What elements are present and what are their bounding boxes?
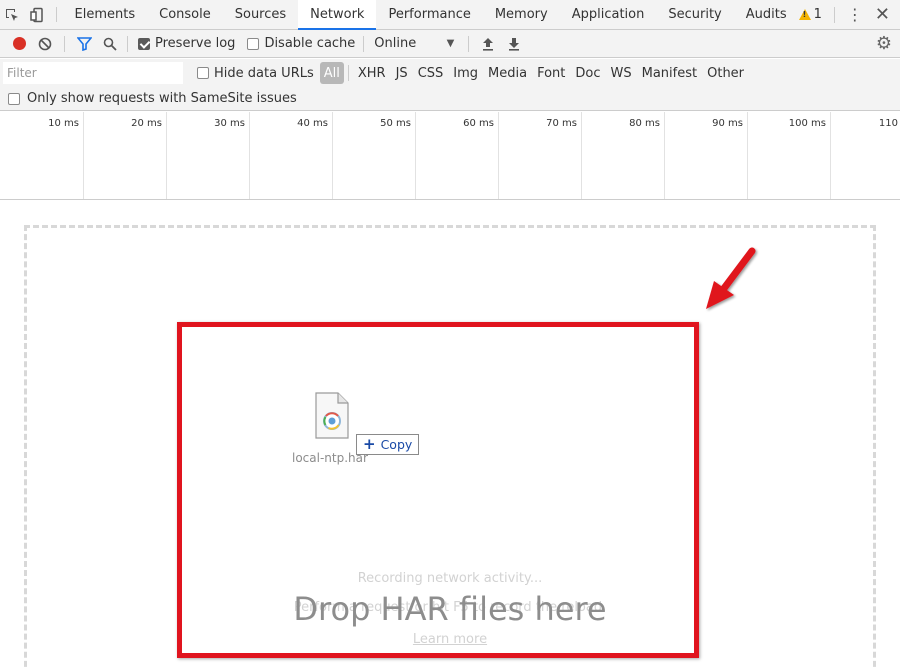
timeline-tick-label: 60 ms [463,118,494,129]
timeline-tick: 60 ms [415,112,498,199]
timeline-tick-label: 80 ms [629,118,660,129]
device-toolbar-icon[interactable] [25,0,50,29]
network-settings-gear-icon[interactable]: ⚙ [876,33,892,54]
timeline-tick-label: 100 ms [788,118,826,129]
tab-network[interactable]: Network [298,0,377,30]
type-filter-media[interactable]: Media [483,62,532,84]
upload-icon [483,37,494,51]
toolbar-divider [363,35,365,52]
timeline-tick: 30 ms [166,112,249,199]
disable-cache-checkbox[interactable]: Disable cache [247,36,355,51]
network-toolbar: Preserve log Disable cache Online ▼ ⚙ [0,30,900,58]
timeline-tick: 110 [830,112,900,199]
timeline-tick-label: 10 ms [48,118,79,129]
type-filter-js[interactable]: JS [391,62,413,84]
hide-data-urls-checkbox[interactable]: Hide data URLs [197,66,314,81]
tab-security[interactable]: Security [656,0,733,29]
tab-memory[interactable]: Memory [483,0,560,29]
timeline-overview[interactable]: 10 ms 20 ms 30 ms 40 ms 50 ms 60 ms 70 m… [0,112,900,200]
filter-bar: Hide data URLs All XHR JS CSS Img Media … [0,59,900,87]
export-har-button[interactable] [501,32,527,56]
timeline-tick-label: 40 ms [297,118,328,129]
timeline-tick-label: 30 ms [214,118,245,129]
search-button[interactable] [97,32,123,56]
clear-icon [38,37,52,50]
tab-console[interactable]: Console [147,0,223,29]
inspect-element-icon[interactable] [0,0,25,29]
download-icon [509,37,520,51]
preserve-log-label: Preserve log [155,36,236,51]
type-filter-css[interactable]: CSS [413,62,449,84]
timeline-tick: 70 ms [498,112,581,199]
copy-drag-tooltip: + Copy [356,434,420,455]
preserve-log-check[interactable] [138,37,150,50]
tab-audits[interactable]: Audits [734,0,799,29]
timeline-tick: 80 ms [581,112,664,199]
hide-data-urls-check[interactable] [197,67,209,79]
filter-icon [76,36,92,51]
type-filter-img[interactable]: Img [448,62,483,84]
timeline-tick-label: 70 ms [546,118,577,129]
type-filter-manifest[interactable]: Manifest [637,62,702,84]
toolbar-divider [347,65,349,81]
toolbar-divider [833,6,835,23]
throttling-select[interactable]: Online ▼ [374,36,454,51]
samesite-filter-checkbox[interactable]: Only show requests with SameSite issues [0,87,900,111]
copy-label: Copy [380,437,413,452]
timeline-tick: 40 ms [249,112,332,199]
timeline-tick: 90 ms [664,112,747,199]
toolbar-divider [468,35,470,52]
disable-cache-label: Disable cache [264,36,356,51]
har-file-icon[interactable] [312,392,352,440]
timeline-tick-label: 20 ms [131,118,162,129]
timeline-tick-label: 50 ms [380,118,411,129]
timeline-tick-label: 90 ms [712,118,743,129]
tab-elements[interactable]: Elements [63,0,148,29]
search-icon [103,37,117,51]
record-button[interactable] [6,32,32,56]
preserve-log-checkbox[interactable]: Preserve log [138,36,235,51]
samesite-check[interactable] [8,92,20,105]
type-filter-font[interactable]: Font [532,62,570,84]
plus-icon: + [363,435,376,453]
warning-icon [798,9,811,20]
toolbar-divider [127,35,128,52]
disable-cache-check[interactable] [247,37,260,50]
chevron-down-icon: ▼ [446,38,455,49]
type-filter-other[interactable]: Other [702,62,749,84]
clear-button[interactable] [32,32,58,56]
highlight-box [177,322,699,658]
throttling-value: Online [374,36,417,51]
timeline-tick: 20 ms [83,112,166,199]
record-icon [12,37,26,50]
hide-data-urls-label: Hide data URLs [214,65,314,81]
timeline-tick: 50 ms [332,112,415,199]
red-arrow-icon [706,247,756,309]
timeline-tick: 100 ms [747,112,830,199]
resource-type-filters: All XHR JS CSS Img Media Font Doc WS Man… [319,62,749,84]
warnings-counter[interactable]: 1 [798,7,822,22]
type-filter-ws[interactable]: WS [606,62,637,84]
timeline-tick: 10 ms [0,112,83,199]
samesite-label: Only show requests with SameSite issues [27,91,297,106]
type-filter-xhr[interactable]: XHR [353,62,391,84]
toolbar-divider [64,35,65,52]
filter-input[interactable] [3,62,183,84]
filter-toggle-button[interactable] [71,32,97,56]
tab-sources[interactable]: Sources [223,0,298,29]
type-filter-doc[interactable]: Doc [570,62,605,84]
close-icon[interactable]: ✕ [875,5,890,24]
har-drop-area[interactable]: Recording network activity... Perform a … [0,201,900,667]
warning-count: 1 [813,7,822,22]
toolbar-divider [55,7,57,22]
tab-performance[interactable]: Performance [376,0,482,29]
timeline-tick-label: 110 [878,118,898,129]
import-har-button[interactable] [475,32,501,56]
more-options-icon[interactable]: ⋮ [847,6,863,23]
type-filter-all[interactable]: All [319,62,344,84]
devtools-tab-bar: Elements Console Sources Network Perform… [0,0,900,30]
tab-application[interactable]: Application [560,0,657,29]
